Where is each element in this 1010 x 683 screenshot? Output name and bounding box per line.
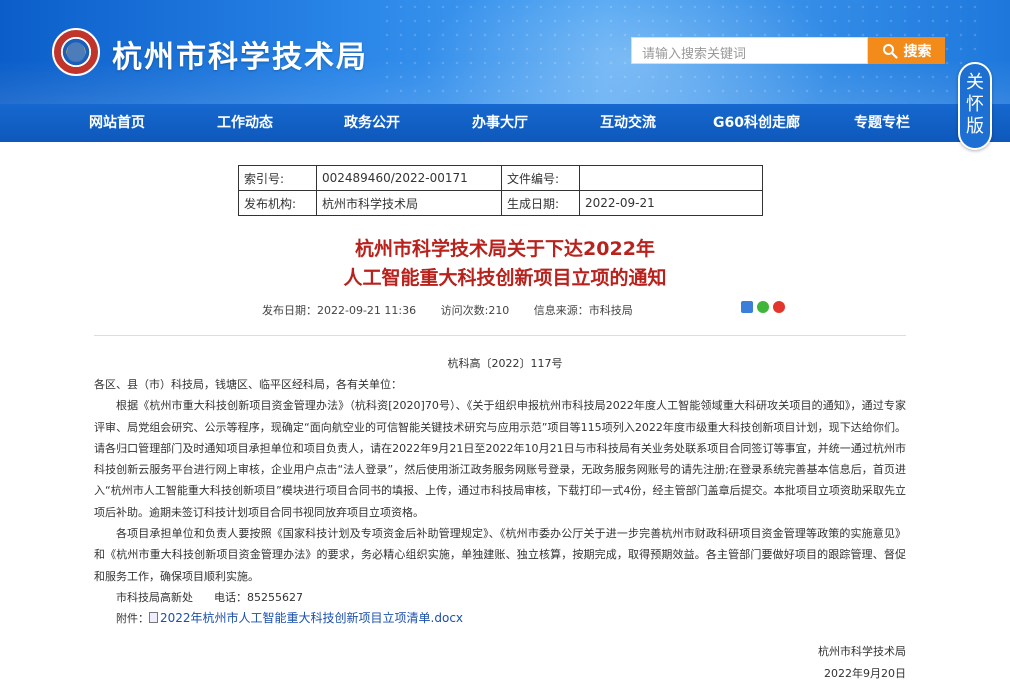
sign-date: 2022年9月20日 bbox=[824, 667, 906, 680]
nav-item-g60[interactable]: G60科创走廊 bbox=[713, 104, 800, 142]
attachment-line: 附件： 2022年杭州市人工智能重大科技创新项目立项清单.docx bbox=[94, 608, 906, 629]
care-char: 怀 bbox=[966, 94, 984, 115]
meta-index-label: 索引号: bbox=[238, 165, 317, 191]
visit-count: 访问次数:210 bbox=[440, 304, 510, 317]
signer: 杭州市科学技术局 bbox=[818, 645, 906, 658]
meta-docnum-value bbox=[579, 165, 763, 191]
meta-index-value: 002489460/2022-00171 bbox=[316, 165, 502, 191]
article-body: 各区、县（市）科技局，钱塘区、临平区经科局，各有关单位： 根据《杭州市重大科技创… bbox=[94, 374, 906, 630]
nav-item-work-news[interactable]: 工作动态 bbox=[217, 104, 273, 142]
wechat-icon[interactable] bbox=[757, 301, 769, 313]
site-header: 杭州市科学技术局 请输入搜索关键词 搜索 bbox=[0, 0, 1010, 104]
care-version-button[interactable]: 关 怀 版 bbox=[958, 62, 992, 150]
weibo-icon[interactable] bbox=[773, 301, 785, 313]
nav-item-home[interactable]: 网站首页 bbox=[89, 104, 145, 142]
contact-line: 市科技局高新处 电话：85255627 bbox=[116, 590, 303, 604]
nav-item-interaction[interactable]: 互动交流 bbox=[600, 104, 656, 142]
care-char: 关 bbox=[966, 72, 984, 93]
info-source: 信息来源：市科技局 bbox=[533, 304, 633, 317]
site-logo-icon[interactable] bbox=[52, 28, 100, 76]
site-title[interactable]: 杭州市科学技术局 bbox=[112, 32, 368, 76]
nav-item-topics[interactable]: 专题专栏 bbox=[854, 104, 910, 142]
search-button[interactable]: 搜索 bbox=[868, 37, 945, 64]
docx-file-icon bbox=[149, 612, 158, 624]
attachment-link[interactable]: 2022年杭州市人工智能重大科技创新项目立项清单.docx bbox=[160, 611, 463, 625]
article-title-line1: 杭州市科学技术局关于下达2022年 bbox=[355, 238, 655, 260]
search-button-label: 搜索 bbox=[903, 43, 932, 60]
document-meta-table: 索引号: 002489460/2022-00171 文件编号: 发布机构: 杭州… bbox=[238, 165, 763, 216]
document-number: 杭科高〔2022〕117号 bbox=[447, 357, 563, 370]
main-nav: 网站首页 工作动态 政务公开 办事大厅 互动交流 G60科创走廊 专题专栏 bbox=[0, 104, 1010, 142]
meta-date-label: 生成日期: bbox=[501, 190, 580, 216]
share-bar bbox=[741, 301, 785, 313]
share-plus-icon[interactable] bbox=[741, 301, 753, 313]
publish-info: 发布日期：2022-09-21 11:36 访问次数:210 信息来源：市科技局 bbox=[262, 302, 633, 318]
salutation: 各区、县（市）科技局，钱塘区、临平区经科局，各有关单位： bbox=[94, 378, 402, 391]
paragraph: 各项目承担单位和负责人要按照《国家科技计划及专项资金后补助管理规定》、《杭州市委… bbox=[94, 527, 906, 583]
attachment-label: 附件： bbox=[116, 612, 149, 626]
meta-issuer-label: 发布机构: bbox=[238, 190, 317, 216]
meta-issuer-value: 杭州市科学技术局 bbox=[316, 190, 502, 216]
nav-item-services[interactable]: 办事大厅 bbox=[472, 104, 528, 142]
search-icon bbox=[882, 43, 898, 59]
meta-docnum-label: 文件编号: bbox=[501, 165, 580, 191]
care-char: 版 bbox=[966, 116, 984, 137]
publish-date: 发布日期：2022-09-21 11:36 bbox=[262, 304, 417, 317]
divider bbox=[94, 335, 906, 336]
search-input[interactable]: 请输入搜索关键词 bbox=[631, 37, 868, 64]
paragraph: 根据《杭州市重大科技创新项目资金管理办法》（杭科资[2020]70号）、《关于组… bbox=[94, 399, 906, 519]
nav-item-gov-open[interactable]: 政务公开 bbox=[344, 104, 400, 142]
meta-date-value: 2022-09-21 bbox=[579, 190, 763, 216]
article-title-line2: 人工智能重大科技创新项目立项的通知 bbox=[343, 267, 667, 289]
